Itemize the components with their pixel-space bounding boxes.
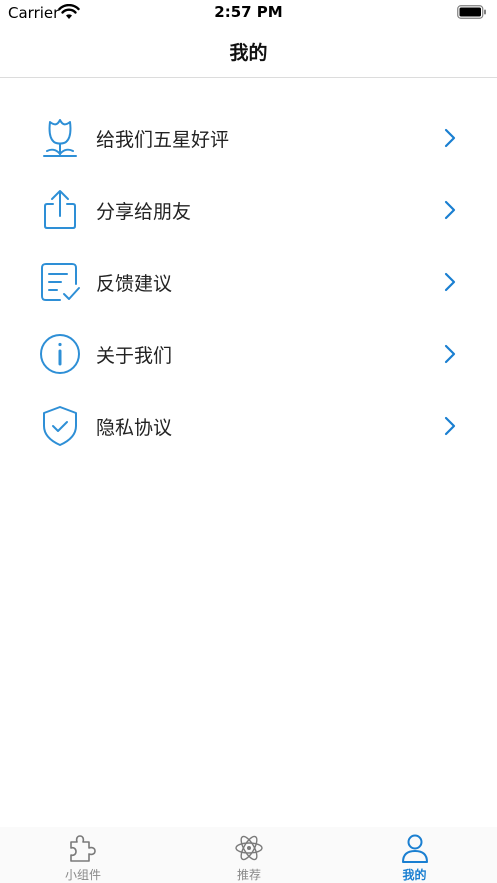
menu-item-label: 分享给朋友 <box>96 201 192 223</box>
battery-icon <box>457 5 486 19</box>
person-icon <box>401 834 428 863</box>
status-time: 2:57 PM <box>214 3 283 21</box>
tab-label: 我的 <box>402 868 427 882</box>
tulip-icon <box>43 119 77 157</box>
tab-bar: 小组件 推荐 我的 <box>0 827 497 883</box>
status-bar: Carrier 2:57 PM <box>0 0 497 26</box>
tab-label: 小组件 <box>64 868 101 882</box>
menu-item-share[interactable]: 分享给朋友 <box>0 174 497 246</box>
tab-recommend[interactable]: 推荐 <box>166 827 332 883</box>
chevron-right-icon <box>444 416 456 436</box>
chevron-right-icon <box>444 344 456 364</box>
menu-item-about[interactable]: 关于我们 <box>0 318 497 390</box>
info-icon <box>40 334 80 374</box>
tab-widgets[interactable]: 小组件 <box>0 827 166 883</box>
page-title: 我的 <box>229 42 268 64</box>
menu-item-rate[interactable]: 给我们五星好评 <box>0 102 497 174</box>
feedback-icon <box>41 263 80 301</box>
tab-mine[interactable]: 我的 <box>332 827 497 883</box>
puzzle-icon <box>70 835 96 862</box>
tab-label: 推荐 <box>236 868 261 882</box>
share-icon <box>44 190 76 229</box>
menu-item-label: 给我们五星好评 <box>96 129 230 151</box>
menu-item-privacy[interactable]: 隐私协议 <box>0 390 497 462</box>
shield-check-icon <box>43 406 77 446</box>
menu-item-label: 隐私协议 <box>96 417 173 439</box>
menu-item-label: 关于我们 <box>96 345 173 367</box>
chevron-right-icon <box>444 200 456 220</box>
chevron-right-icon <box>444 272 456 292</box>
menu-item-feedback[interactable]: 反馈建议 <box>0 246 497 318</box>
chevron-right-icon <box>444 128 456 148</box>
atom-icon <box>235 835 263 861</box>
menu-item-label: 反馈建议 <box>96 273 173 295</box>
settings-menu: 给我们五星好评 分享给朋友 反馈建议 关于我们 隐私协议 <box>0 102 497 462</box>
nav-bar: 我的 <box>0 26 497 78</box>
